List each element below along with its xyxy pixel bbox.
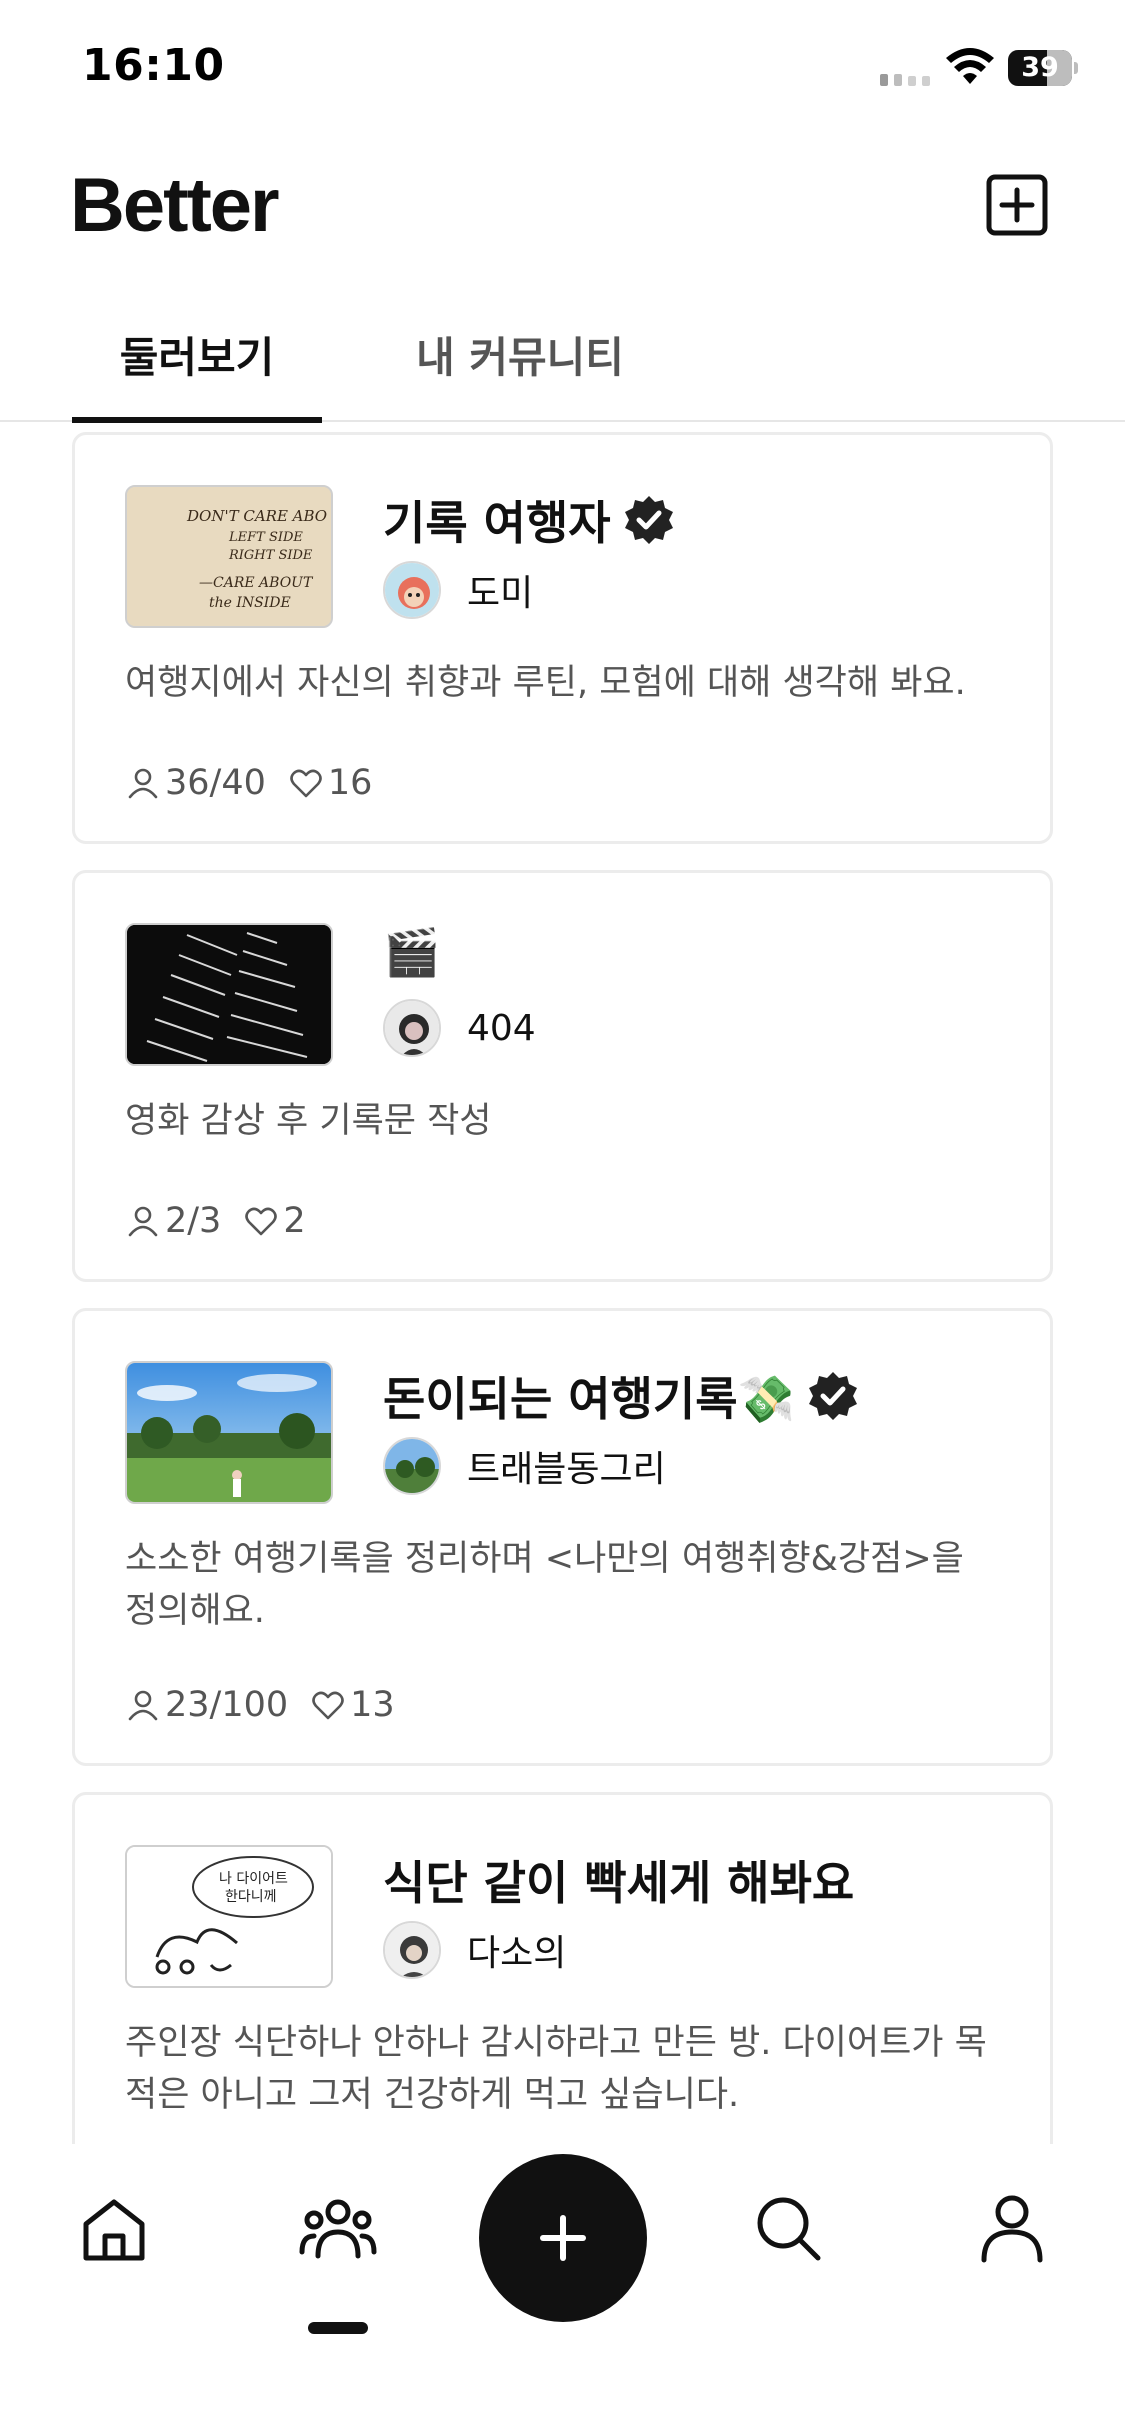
profile-icon[interactable] — [976, 2192, 1048, 2264]
plus-icon — [540, 2215, 586, 2261]
host-avatar — [383, 999, 441, 1057]
community-stats: 36/40 16 — [125, 758, 372, 808]
bottom-navigation — [0, 2144, 1125, 2436]
tab-my-community[interactable]: 내 커뮤니티 — [400, 324, 640, 420]
community-feed: DON'T CARE ABO LEFT SIDE RIGHT SIDE —CAR… — [0, 422, 1125, 2144]
heart-icon — [245, 1207, 278, 1236]
community-description: 여행지에서 자신의 취향과 루틴, 모험에 대해 생각해 봐요. — [125, 663, 966, 703]
community-title: 돈이되는 여행기록💸 — [383, 1363, 859, 1429]
host-info: 트래블동그리 — [383, 1436, 666, 1496]
app-header: Better — [0, 140, 1125, 270]
cartoon-image: 나 다이어트 한다니께 — [127, 1847, 331, 1986]
community-description: 소소한 여행기록을 정리하며 <나만의 여행취향&강점>을 정의해요. — [125, 1539, 964, 1631]
like-count: 2 — [283, 1201, 306, 1241]
heart-icon — [290, 769, 322, 798]
host-name: 404 — [467, 1007, 536, 1049]
battery-level: 39 — [1021, 52, 1059, 83]
status-time: 16:10 — [82, 40, 225, 91]
status-bar: 16:10 39 — [0, 0, 1125, 135]
community-card[interactable]: DON'T CARE ABO LEFT SIDE RIGHT SIDE —CAR… — [72, 432, 1053, 844]
like-count: 13 — [350, 1685, 395, 1725]
svg-text:DON'T CARE ABO: DON'T CARE ABO — [186, 507, 327, 525]
member-count: 36/40 — [165, 763, 266, 803]
community-thumbnail — [125, 923, 333, 1066]
person-icon — [128, 1206, 158, 1237]
person-icon — [128, 768, 158, 799]
person-icon — [128, 1690, 158, 1721]
community-thumbnail: DON'T CARE ABO LEFT SIDE RIGHT SIDE —CAR… — [125, 485, 333, 628]
community-stats: 23/100 13 — [125, 1680, 395, 1730]
cellular-signal-icon — [880, 74, 930, 86]
host-avatar — [383, 561, 441, 619]
community-card[interactable]: 나 다이어트 한다니께 식단 같이 빡세게 해봐요 다소의 주인장 식단하나 안… — [72, 1792, 1053, 2144]
host-avatar — [383, 1921, 441, 1979]
verified-badge-icon — [624, 496, 673, 544]
search-icon[interactable] — [752, 2192, 824, 2264]
community-title: 식단 같이 빡세게 해봐요 — [383, 1856, 855, 1910]
host-info: 다소의 — [383, 1920, 566, 1980]
host-avatar — [383, 1437, 441, 1495]
host-info: 404 — [383, 998, 536, 1058]
svg-text:한다니께: 한다니께 — [225, 1889, 277, 1905]
svg-text:the INSIDE: the INSIDE — [209, 595, 291, 611]
community-title: 🎬 — [383, 925, 441, 979]
community-stats: 2/3 2 — [125, 1196, 306, 1246]
create-fab-button[interactable] — [479, 2154, 647, 2322]
community-icon[interactable] — [298, 2190, 378, 2270]
community-description: 영화 감상 후 기록문 작성 — [125, 1101, 492, 1141]
community-thumbnail — [125, 1361, 333, 1504]
tab-explore[interactable]: 둘러보기 — [72, 324, 322, 420]
community-card[interactable]: 🎬 404 영화 감상 후 기록문 작성 2/3 2 — [72, 870, 1053, 1282]
app-logo: Better — [70, 163, 280, 248]
host-name: 도미 — [467, 573, 534, 614]
battery-icon: 39 — [1008, 50, 1078, 86]
home-icon[interactable] — [78, 2194, 150, 2266]
plus-square-icon[interactable] — [985, 173, 1049, 237]
wifi-icon — [946, 48, 994, 84]
handwriting-image: DON'T CARE ABO LEFT SIDE RIGHT SIDE —CAR… — [127, 487, 331, 626]
landscape-image — [127, 1363, 331, 1502]
member-count: 23/100 — [165, 1685, 289, 1725]
community-title: 기록 여행자 — [383, 487, 675, 553]
movie-credits-image — [127, 925, 331, 1064]
like-count: 16 — [327, 763, 373, 803]
svg-text:LEFT SIDE: LEFT SIDE — [228, 530, 303, 545]
svg-text:나 다이어트: 나 다이어트 — [219, 1871, 288, 1887]
tab-bar: 둘러보기 내 커뮤니티 — [0, 300, 1125, 423]
active-nav-indicator — [308, 2322, 368, 2334]
svg-text:—CARE ABOUT: —CARE ABOUT — [199, 575, 314, 591]
community-thumbnail: 나 다이어트 한다니께 — [125, 1845, 333, 1988]
host-info: 도미 — [383, 560, 533, 620]
verified-badge-icon — [808, 1372, 857, 1420]
member-count: 2/3 — [165, 1201, 222, 1241]
community-card[interactable]: 돈이되는 여행기록💸 트래블동그리 소소한 여행기록을 정리하며 <나만의 여행… — [72, 1308, 1053, 1766]
svg-text:RIGHT SIDE: RIGHT SIDE — [228, 548, 313, 563]
host-name: 트래블동그리 — [467, 1449, 666, 1490]
heart-icon — [312, 1691, 344, 1720]
community-description: 주인장 식단하나 안하나 감시하라고 만든 방. 다이어트가 목적은 아니고 그… — [125, 2023, 987, 2115]
host-name: 다소의 — [467, 1933, 567, 1974]
